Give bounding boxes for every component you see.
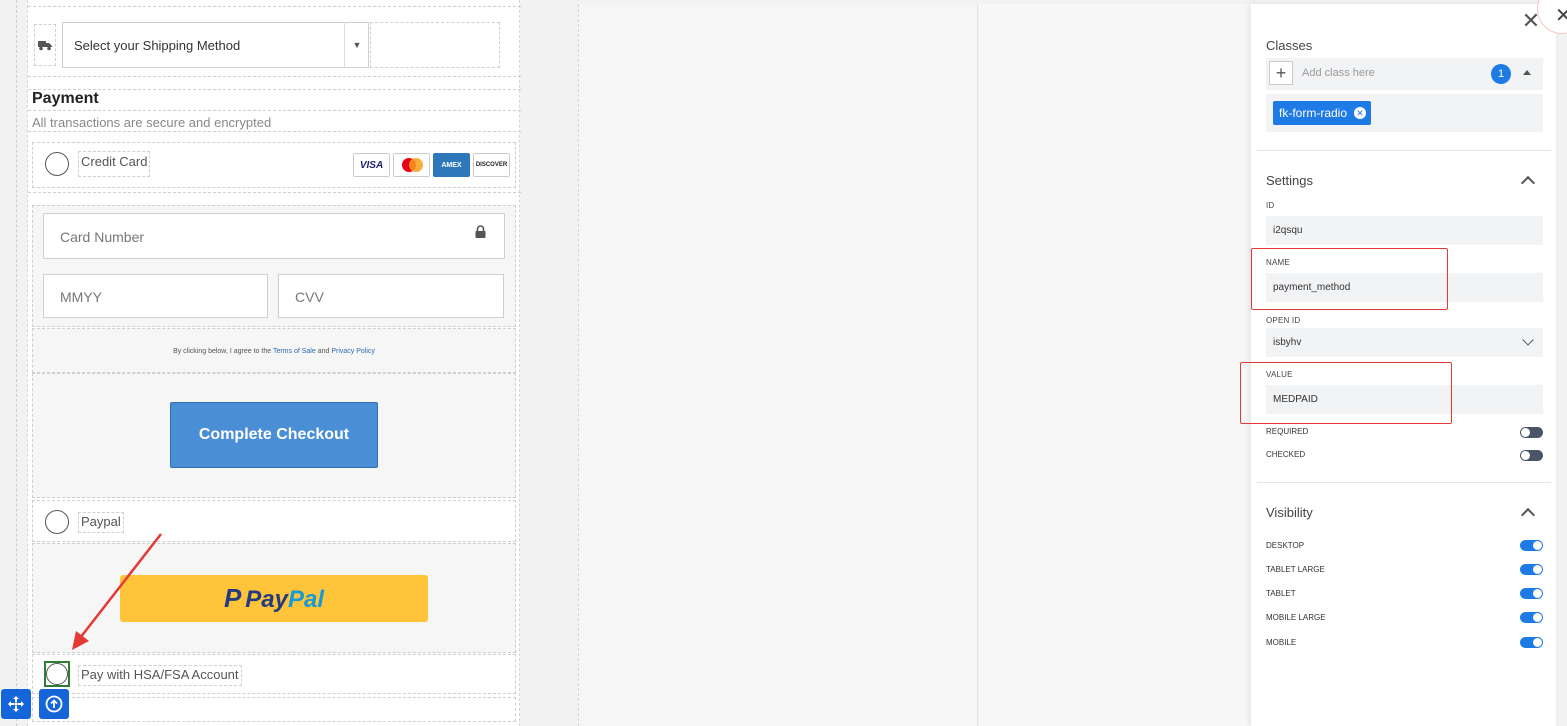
cvv-placeholder: CVV — [295, 289, 324, 305]
mastercard-icon — [393, 153, 430, 177]
divider — [28, 89, 521, 90]
mobile-large-label: MOBILE LARGE — [1266, 613, 1326, 622]
expiry-placeholder: MMYY — [60, 289, 102, 305]
settings-header: Settings — [1266, 173, 1313, 188]
move-icon[interactable] — [1, 689, 31, 719]
paypal-pay-text: Pay — [245, 586, 288, 613]
hsa-fsa-label: Pay with HSA/FSA Account — [78, 665, 242, 686]
open-id-select[interactable]: isbyhv — [1266, 328, 1543, 357]
class-tag[interactable]: fk-form-radio ✕ — [1273, 101, 1372, 125]
checked-label: CHECKED — [1266, 450, 1306, 459]
caret-down-icon[interactable]: ▼ — [344, 22, 369, 68]
class-tags: fk-form-radio ✕ — [1266, 94, 1543, 132]
radio-credit-card[interactable] — [45, 152, 69, 176]
paypal-label: Paypal — [78, 512, 124, 533]
preview-column — [578, 4, 978, 726]
truck-icon — [34, 24, 56, 66]
payment-option-hsa-fsa[interactable]: Pay with HSA/FSA Account — [32, 654, 516, 694]
tablet-label: TABLET — [1266, 589, 1296, 598]
classes-header: Classes — [1266, 38, 1313, 53]
complete-checkout-button[interactable]: Complete Checkout — [170, 402, 378, 468]
visa-icon: VISA — [353, 153, 390, 177]
required-toggle[interactable] — [1520, 427, 1543, 438]
payment-option-paypal[interactable]: Paypal — [32, 500, 516, 542]
divider — [28, 6, 521, 7]
lock-icon — [475, 225, 486, 238]
caret-up-icon[interactable] — [1523, 70, 1531, 75]
privacy-policy-link[interactable]: Privacy Policy — [331, 348, 375, 355]
checked-toggle[interactable] — [1520, 450, 1543, 461]
name-highlight-box — [1251, 248, 1448, 310]
paypal-button[interactable]: P PayPal — [120, 575, 428, 622]
tablet-large-label: TABLET LARGE — [1266, 565, 1325, 574]
class-input-bar: + Add class here 1 — [1266, 58, 1543, 90]
divider — [1257, 482, 1551, 483]
desktop-label: DESKTOP — [1266, 541, 1305, 550]
divider — [28, 131, 521, 132]
close-icon[interactable]: ✕ — [1555, 3, 1567, 28]
open-id-value: isbyhv — [1273, 337, 1302, 348]
guide-line — [16, 0, 17, 726]
shipping-method-select[interactable]: Select your Shipping Method — [62, 22, 369, 68]
expiry-input[interactable]: MMYY — [43, 274, 268, 318]
terms-text: By clicking below, I agree to the Terms … — [32, 328, 516, 373]
desktop-toggle[interactable] — [1520, 540, 1543, 551]
card-brands: VISA AMEX DISCOVER — [353, 153, 510, 177]
terms-prefix: By clicking below, I agree to the — [173, 348, 272, 355]
terms-of-sale-link[interactable]: Terms of Sale — [273, 348, 316, 355]
tablet-large-toggle[interactable] — [1520, 564, 1543, 575]
editor-canvas: Select your Shipping Method ▼ Payment Al… — [0, 0, 1567, 726]
payment-option-credit-card[interactable]: Credit Card VISA AMEX DISCOVER — [32, 142, 516, 188]
settings-panel: ✕ Classes + Add class here 1 fk-form-rad… — [1240, 4, 1556, 726]
radio-hsa-fsa[interactable] — [46, 663, 68, 685]
payment-title: Payment — [32, 90, 99, 107]
id-input[interactable]: i2qsqu — [1266, 216, 1543, 245]
mobile-toggle[interactable] — [1520, 637, 1543, 648]
id-label: ID — [1266, 201, 1275, 210]
cvv-input[interactable]: CVV — [278, 274, 504, 318]
canvas-background — [979, 4, 1251, 726]
class-count-badge: 1 — [1491, 64, 1511, 84]
select-parent-icon[interactable] — [39, 689, 69, 719]
radio-paypal[interactable] — [45, 510, 69, 534]
mobile-large-toggle[interactable] — [1520, 612, 1543, 623]
amex-icon: AMEX — [433, 153, 470, 177]
credit-card-label: Credit Card — [78, 151, 151, 177]
open-id-label: OPEN ID — [1266, 316, 1301, 325]
chevron-down-icon — [1522, 334, 1534, 346]
divider — [28, 76, 521, 77]
class-tag-label: fk-form-radio — [1279, 106, 1348, 120]
paypal-area: P PayPal — [32, 543, 516, 653]
shipping-method-placeholder: Select your Shipping Method — [74, 38, 241, 53]
shipping-row: Select your Shipping Method ▼ — [32, 22, 500, 68]
mobile-label: MOBILE — [1266, 638, 1297, 647]
terms-and: and — [317, 348, 330, 355]
shipping-spacer — [370, 22, 500, 68]
form-bottom-row — [32, 697, 516, 722]
paypal-logo-icon: P — [223, 583, 242, 613]
divider — [28, 110, 521, 111]
card-number-placeholder: Card Number — [60, 229, 145, 245]
visibility-header: Visibility — [1266, 505, 1313, 520]
required-label: REQUIRED — [1266, 427, 1309, 436]
discover-icon: DISCOVER — [473, 153, 510, 177]
divider — [1257, 150, 1551, 151]
value-highlight-box — [1240, 362, 1452, 424]
remove-tag-icon[interactable]: ✕ — [1354, 107, 1367, 119]
divider — [28, 192, 521, 193]
checkout-area: Complete Checkout — [32, 373, 516, 498]
payment-subtitle: All transactions are secure and encrypte… — [32, 115, 272, 130]
chevron-up-icon[interactable] — [1520, 175, 1536, 191]
add-class-plus-icon[interactable]: + — [1269, 61, 1293, 85]
chevron-up-icon[interactable] — [1520, 507, 1536, 523]
card-fields: Card Number MMYY CVV — [32, 205, 516, 327]
add-class-input[interactable]: Add class here — [1302, 67, 1375, 79]
checkout-form: Select your Shipping Method ▼ Payment Al… — [27, 0, 521, 726]
tablet-toggle[interactable] — [1520, 588, 1543, 599]
paypal-pal-text: Pal — [288, 586, 325, 613]
card-number-input[interactable]: Card Number — [43, 213, 505, 259]
